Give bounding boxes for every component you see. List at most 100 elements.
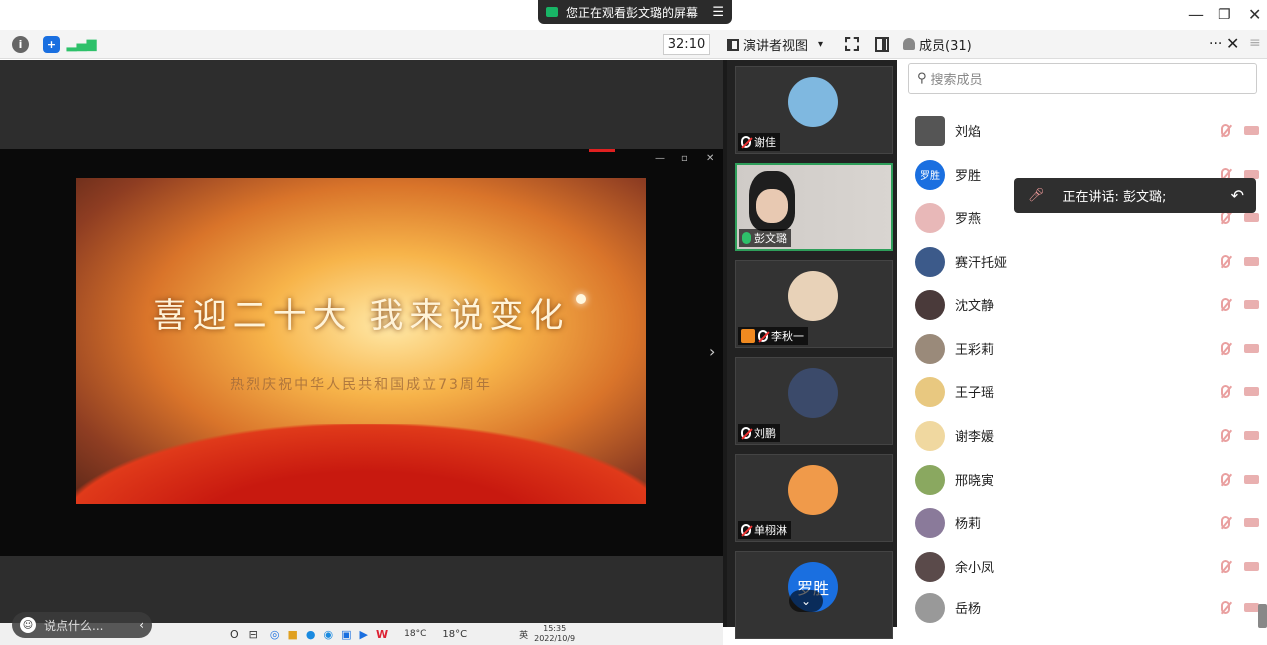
mic-muted-icon[interactable] [1221,473,1230,486]
speaking-notification: 🎤︎ 正在讲话: 彭文璐; ↶ [1014,178,1256,213]
camera-off-icon[interactable] [1244,344,1259,353]
avatar [915,464,945,495]
mic-icon: 🎤︎ [1028,188,1045,203]
video-tile[interactable]: 单栩淋 [735,454,893,542]
taskbar-lang: 英 [519,630,529,641]
panel-menu-icon[interactable]: ≡ [1249,35,1261,51]
mic-muted-icon[interactable] [1221,560,1230,573]
participant-name: 单栩淋 [754,524,787,537]
collapse-chat-icon[interactable]: ‹ [139,618,144,632]
member-name: 岳杨 [955,602,982,617]
participant-name: 刘鹏 [754,427,776,440]
member-name: 余小凤 [955,561,995,576]
close-window-button[interactable]: ✕ [1248,5,1261,24]
member-row[interactable]: 杨莉 [897,501,1267,544]
info-icon[interactable]: i [12,36,29,53]
camera-off-icon[interactable] [1244,213,1259,222]
taskbar-weather-2: 18°C [442,628,468,640]
presentation-slide: 喜迎二十大 我来说变化 热烈庆祝中华人民共和国成立73周年 [76,178,646,504]
member-name: 王子瑶 [955,386,995,401]
folder-icon: ■ [287,627,298,641]
camera-off-icon[interactable] [1244,387,1259,396]
camera-off-icon[interactable] [1244,603,1259,612]
chevron-down-icon: ▾ [818,39,824,50]
speaker-view-icon [727,38,739,51]
members-title: 成员(31) [919,38,972,54]
close-panel-button[interactable]: ✕ [1226,34,1239,53]
menu-icon[interactable]: ☰ [712,5,724,20]
avatar [915,420,945,451]
participant-name: 谢佳 [754,136,776,149]
members-panel: 成员(31) ··· ✕ ≡ ⚲ 搜索成员 刘焰 罗胜 罗胜 罗燕 赛汗托娅 沈… [897,30,1267,627]
meeting-timer: 32:10 [663,34,710,55]
member-row[interactable]: 刘焰 [897,109,1267,152]
player-icon: ▶ [359,627,368,641]
camera-off-icon[interactable] [1244,562,1259,571]
member-search-input[interactable]: ⚲ 搜索成员 [908,63,1257,94]
member-row[interactable]: 谢李媛 [897,414,1267,457]
member-name: 沈文静 [955,299,995,314]
member-row[interactable]: 沈文静 [897,283,1267,326]
restore-button[interactable]: ❐ [1218,7,1231,23]
scroll-down-button[interactable]: ⌄ [789,590,823,612]
undo-icon[interactable]: ↶ [1231,186,1244,205]
mic-muted-icon[interactable] [1221,429,1230,442]
camera-off-icon[interactable] [1244,431,1259,440]
member-row[interactable]: 王子瑶 [897,370,1267,413]
member-row[interactable]: 邢晓寅 [897,458,1267,501]
chat-input[interactable]: ☺ 说点什么... ‹ [12,612,152,638]
camera-off-icon[interactable] [1244,300,1259,309]
signal-icon[interactable]: ▂▄▆ [67,36,97,53]
camera-off-icon[interactable] [1244,518,1259,527]
avatar [915,289,945,320]
next-page-icon[interactable]: › [709,342,715,361]
mic-active-icon [742,232,751,244]
mic-muted-icon[interactable] [1221,124,1230,137]
camera-off-icon[interactable] [1244,126,1259,135]
participant-face [756,189,788,223]
mic-muted-icon[interactable] [1221,298,1230,311]
mic-muted-icon [741,427,751,439]
mic-muted-icon[interactable] [1221,385,1230,398]
browser-icon: ● [305,627,316,641]
video-gallery: 谢佳 彭文璐 李秋一 刘鹏 单栩淋 罗胜 ⌄ [723,60,897,639]
video-tile[interactable]: 刘鹏 [735,357,893,445]
minimize-button[interactable]: — [1188,5,1204,24]
avatar [915,376,945,407]
more-options-button[interactable]: ··· [1209,36,1222,52]
speaking-text: 正在讲话: 彭文璐; [1062,190,1167,205]
participant-name: 彭文璐 [754,232,787,245]
mic-muted-icon[interactable] [1221,342,1230,355]
mic-muted-icon[interactable] [1221,516,1230,529]
remote-minimize-icon: — [655,153,665,164]
member-row[interactable]: 岳杨 [897,588,1267,627]
view-mode-dropdown[interactable]: 演讲者视图 ▾ [727,34,823,55]
scrollbar[interactable] [1258,604,1267,628]
camera-off-icon[interactable] [1244,475,1259,484]
taskbar-time: 15:35 [543,624,567,633]
member-row[interactable]: 赛汗托娅 [897,240,1267,283]
video-tile[interactable]: 李秋一 [735,260,893,348]
participant-label: 刘鹏 [738,424,780,442]
video-tile[interactable]: 谢佳 [735,66,893,154]
search-placeholder: 搜索成员 [930,73,983,88]
camera-off-icon[interactable] [1244,257,1259,266]
taskbar-date: 2022/10/9 [534,634,576,643]
fullscreen-icon[interactable] [845,37,859,51]
member-row[interactable]: 王彩莉 [897,327,1267,370]
screen-share-banner[interactable]: 您正在观看彭文璐的屏幕 ☰ [538,0,732,24]
meeting-toolbar: i + ▂▄▆ 32:10 演讲者视图 ▾ [0,30,897,59]
member-name: 罗胜 [955,169,982,184]
mic-muted-icon[interactable] [1221,601,1230,614]
member-row[interactable]: 余小凤 [897,545,1267,588]
share-banner-text: 您正在观看彭文璐的屏幕 [566,5,699,20]
main-stage: — ▫ ✕ 喜迎二十大 我来说变化 热烈庆祝中华人民共和国成立73周年 O ⊟ … [0,60,723,645]
slide-title: 喜迎二十大 我来说变化 [152,296,570,336]
avatar [915,592,945,623]
panel-toggle-icon[interactable] [875,37,889,52]
video-tile-active[interactable]: 彭文璐 [735,163,893,251]
mic-muted-icon[interactable] [1221,255,1230,268]
view-mode-label: 演讲者视图 [743,39,809,54]
avatar [915,246,945,277]
shield-icon[interactable]: + [43,36,60,53]
